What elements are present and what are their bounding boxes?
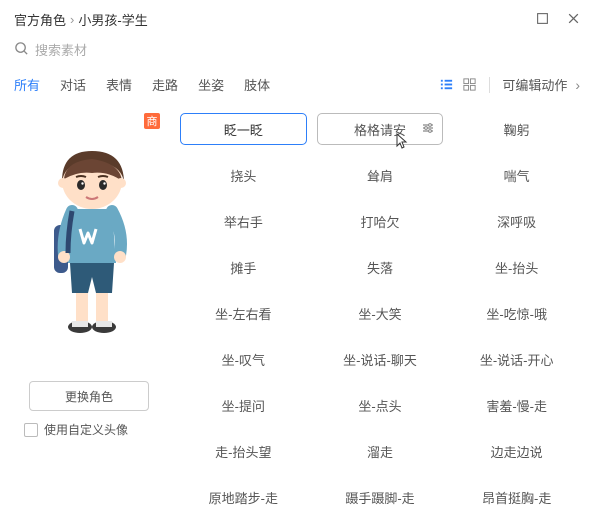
action-item[interactable]: 挠头	[180, 159, 307, 191]
action-item[interactable]: 格格请安	[317, 113, 444, 145]
action-item[interactable]: 举右手	[180, 205, 307, 237]
action-item[interactable]: 溜走	[317, 435, 444, 467]
action-item[interactable]: 失落	[317, 251, 444, 283]
chevron-right-icon[interactable]: ›	[575, 77, 580, 93]
tab-all[interactable]: 所有	[14, 69, 40, 100]
action-item[interactable]: 坐-抬头	[453, 251, 580, 283]
action-item[interactable]: 走-抬头望	[180, 435, 307, 467]
action-item[interactable]: 鞠躬	[453, 113, 580, 145]
divider	[489, 77, 490, 93]
action-item[interactable]: 喘气	[453, 159, 580, 191]
settings-icon[interactable]	[422, 122, 434, 137]
price-badge: 商	[144, 113, 160, 129]
character-preview	[34, 143, 144, 343]
action-item[interactable]: 坐-点头	[317, 389, 444, 421]
list-view-icon[interactable]	[439, 77, 454, 92]
action-item[interactable]: 害羞-慢-走	[453, 389, 580, 421]
action-item[interactable]: 坐-说话-聊天	[317, 343, 444, 375]
search-input[interactable]	[35, 43, 580, 58]
breadcrumb-root[interactable]: 官方角色	[14, 10, 66, 29]
close-icon[interactable]	[567, 12, 580, 28]
action-item[interactable]: 坐-吃惊-哦	[453, 297, 580, 329]
tab-expression[interactable]: 表情	[106, 69, 132, 100]
action-item[interactable]: 坐-大笑	[317, 297, 444, 329]
maximize-icon[interactable]	[536, 12, 549, 28]
action-item[interactable]: 耸肩	[317, 159, 444, 191]
custom-avatar-label: 使用自定义头像	[44, 421, 128, 438]
tab-dialogue[interactable]: 对话	[60, 69, 86, 100]
tab-sit[interactable]: 坐姿	[198, 69, 224, 100]
action-item[interactable]: 打哈欠	[317, 205, 444, 237]
tab-body[interactable]: 肢体	[244, 69, 270, 100]
action-item[interactable]: 坐-说话-开心	[453, 343, 580, 375]
action-item[interactable]: 深呼吸	[453, 205, 580, 237]
custom-avatar-checkbox[interactable]	[24, 423, 38, 437]
action-item[interactable]: 摊手	[180, 251, 307, 283]
breadcrumb-sep: ›	[70, 12, 74, 27]
search-icon	[14, 41, 29, 59]
grid-view-icon[interactable]	[462, 77, 477, 92]
action-item[interactable]: 坐-左右看	[180, 297, 307, 329]
action-item[interactable]: 坐-提问	[180, 389, 307, 421]
action-item[interactable]: 边走边说	[453, 435, 580, 467]
breadcrumb-current: 小男孩-学生	[78, 10, 147, 29]
action-label: 格格请安	[354, 120, 406, 139]
action-item[interactable]: 眨一眨	[180, 113, 307, 145]
change-character-button[interactable]: 更换角色	[29, 381, 149, 411]
tab-walk[interactable]: 走路	[152, 69, 178, 100]
action-item[interactable]: 坐-叹气	[180, 343, 307, 375]
editable-actions-label[interactable]: 可编辑动作	[502, 69, 567, 100]
action-item[interactable]: 蹑手蹑脚-走	[317, 481, 444, 513]
action-item[interactable]: 原地踏步-走	[180, 481, 307, 513]
breadcrumb[interactable]: 官方角色 › 小男孩-学生	[14, 10, 148, 29]
action-item[interactable]: 昂首挺胸-走	[453, 481, 580, 513]
action-grid: 眨一眨 格格请安 鞠躬 挠头 耸肩 喘气 举右手 打哈欠 深呼吸 摊手 失落 坐…	[180, 113, 580, 524]
